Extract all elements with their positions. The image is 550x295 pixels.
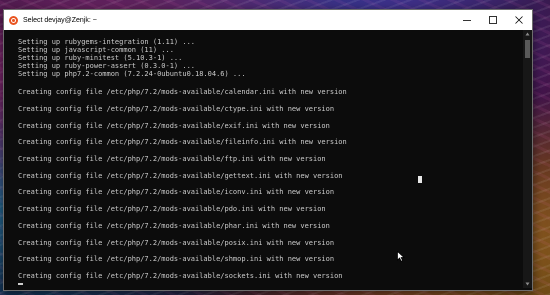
scroll-up-button[interactable]	[523, 30, 532, 38]
ubuntu-icon[interactable]	[9, 15, 18, 25]
close-button[interactable]	[506, 10, 532, 30]
prompt-cursor	[18, 283, 23, 285]
scroll-down-arrow-icon	[525, 282, 530, 286]
minimize-icon	[463, 20, 471, 21]
config-line: Creating config file /etc/php/7.2/mods-a…	[18, 138, 347, 146]
config-line: Creating config file /etc/php/7.2/mods-a…	[18, 255, 335, 263]
window-title: Select devjay@Zenjk: ~	[23, 16, 97, 24]
setup-line: Setting up php7.2-common (7.2.24-0ubuntu…	[18, 70, 246, 78]
config-line: Creating config file /etc/php/7.2/mods-a…	[18, 122, 330, 130]
title-bar[interactable]: Select devjay@Zenjk: ~	[4, 10, 532, 30]
config-line: Creating config file /etc/php/7.2/mods-a…	[18, 205, 326, 213]
config-line: Creating config file /etc/php/7.2/mods-a…	[18, 239, 335, 247]
maximize-button[interactable]	[480, 10, 506, 30]
config-line: Creating config file /etc/php/7.2/mods-a…	[18, 155, 326, 163]
config-line: Creating config file /etc/php/7.2/mods-a…	[18, 272, 343, 280]
terminal-window[interactable]: Select devjay@Zenjk: ~ Setting up rubyge…	[3, 9, 533, 291]
vertical-scrollbar[interactable]	[523, 30, 532, 288]
config-line: Creating config file /etc/php/7.2/mods-a…	[18, 88, 347, 96]
scroll-up-arrow-icon	[525, 32, 530, 36]
block-cursor	[418, 176, 422, 183]
mouse-pointer-icon	[397, 247, 405, 266]
maximize-icon	[489, 16, 497, 24]
scroll-down-button[interactable]	[523, 280, 532, 288]
close-icon	[515, 16, 523, 24]
minimize-button[interactable]	[454, 10, 480, 30]
terminal-output[interactable]: Setting up rubygems-integration (1.11) .…	[18, 30, 518, 288]
config-line: Creating config file /etc/php/7.2/mods-a…	[18, 172, 343, 180]
config-line: Creating config file /etc/php/7.2/mods-a…	[18, 105, 335, 113]
config-line: Creating config file /etc/php/7.2/mods-a…	[18, 222, 330, 230]
config-line: Creating config file /etc/php/7.2/mods-a…	[18, 188, 335, 196]
scroll-thumb[interactable]	[525, 40, 530, 58]
